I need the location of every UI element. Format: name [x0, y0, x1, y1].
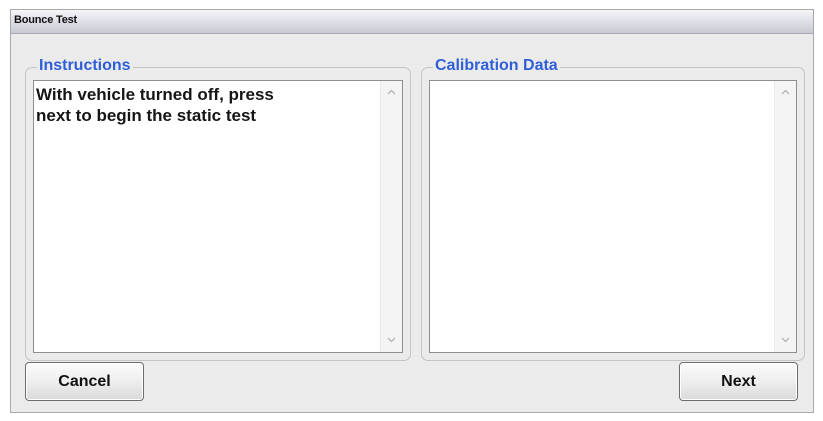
instructions-label: Instructions: [37, 57, 133, 75]
instructions-text: With vehicle turned off, press next to b…: [36, 85, 274, 125]
chevron-down-icon[interactable]: [778, 333, 793, 348]
instructions-textarea[interactable]: With vehicle turned off, press next to b…: [33, 80, 403, 353]
chevron-down-icon[interactable]: [384, 333, 399, 348]
calibration-data-groupbox: Calibration Data: [421, 57, 805, 361]
instructions-scrollbar[interactable]: [380, 81, 402, 352]
title-bar[interactable]: Bounce Test: [11, 10, 813, 34]
next-button[interactable]: Next: [679, 362, 798, 401]
instructions-groupbox: Instructions With vehicle turned off, pr…: [25, 57, 411, 361]
window-title: Bounce Test: [14, 14, 77, 26]
chevron-up-icon[interactable]: [384, 85, 399, 100]
chevron-up-icon[interactable]: [778, 85, 793, 100]
calibration-scrollbar[interactable]: [774, 81, 796, 352]
calibration-data-textarea[interactable]: [429, 80, 797, 353]
calibration-data-label: Calibration Data: [433, 57, 560, 75]
bounce-test-window: Bounce Test Instructions With vehicle tu…: [10, 9, 814, 413]
cancel-button[interactable]: Cancel: [25, 362, 144, 401]
